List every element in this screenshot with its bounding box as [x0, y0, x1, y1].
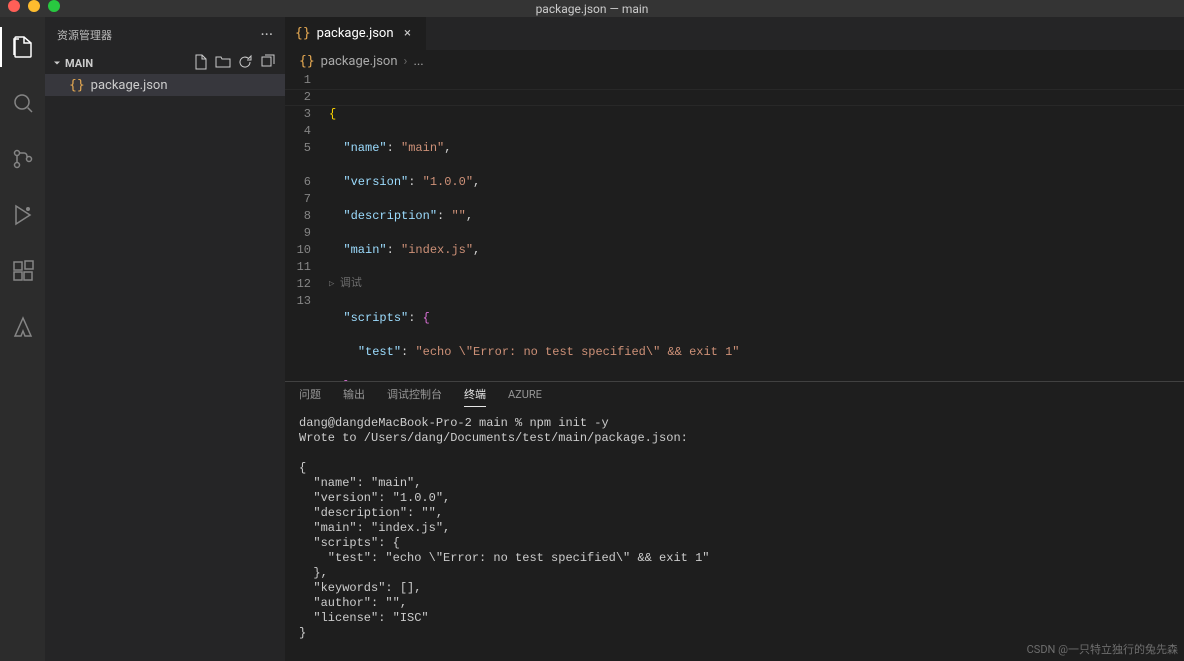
source-control-icon[interactable] — [0, 139, 45, 179]
window-title: package.json — main — [536, 2, 649, 16]
refresh-icon[interactable] — [237, 54, 253, 73]
folder-name: MAIN — [65, 57, 93, 70]
activity-bar — [0, 17, 45, 661]
chevron-right-icon: › — [404, 54, 408, 69]
tab-azure[interactable]: AZURE — [508, 388, 542, 405]
json-file-icon: {} — [295, 26, 311, 41]
panel-tabs: 问题 输出 调试控制台 终端 AZURE — [285, 382, 1184, 410]
explorer-sidebar: 资源管理器 ··· MAIN {} package.json — [45, 17, 285, 661]
tab-terminal[interactable]: 终端 — [464, 386, 486, 407]
breadcrumb-file: package.json — [321, 54, 398, 69]
sidebar-title: 资源管理器 — [57, 27, 112, 43]
run-debug-icon[interactable] — [0, 195, 45, 235]
new-file-icon[interactable] — [193, 54, 209, 73]
extensions-icon[interactable] — [0, 251, 45, 291]
tab-output[interactable]: 输出 — [343, 386, 365, 406]
explorer-icon[interactable] — [0, 27, 45, 67]
azure-icon[interactable] — [0, 307, 45, 347]
maximize-window-button[interactable] — [48, 0, 60, 12]
window-controls — [8, 0, 60, 12]
minimize-window-button[interactable] — [28, 0, 40, 12]
code-editor[interactable]: 1 2 3 4 5 6 7 8 9 10 11 12 13 { "name": … — [285, 72, 1184, 381]
search-icon[interactable] — [0, 83, 45, 123]
tab-label: package.json — [317, 26, 394, 41]
close-icon[interactable]: × — [400, 26, 416, 41]
sidebar-more-icon[interactable]: ··· — [260, 25, 273, 44]
code-content[interactable]: { "name": "main", "version": "1.0.0", "d… — [329, 72, 1184, 381]
file-name: package.json — [91, 78, 168, 93]
breadcrumb-rest: ... — [413, 54, 423, 69]
json-file-icon: {} — [69, 78, 85, 93]
watermark: CSDN @一只特立独行的兔先森 — [1027, 641, 1178, 657]
terminal-output: dang@dangdeMacBook-Pro-2 main % npm init… — [299, 416, 709, 661]
editor-area: {} package.json × {} package.json › ... … — [285, 17, 1184, 661]
terminal[interactable]: dang@dangdeMacBook-Pro-2 main % npm init… — [285, 410, 1184, 661]
new-folder-icon[interactable] — [215, 54, 231, 73]
json-file-icon: {} — [299, 54, 315, 69]
close-window-button[interactable] — [8, 0, 20, 12]
tab-debug-console[interactable]: 调试控制台 — [387, 386, 442, 406]
collapse-all-icon[interactable] — [259, 54, 275, 73]
editor-tabs: {} package.json × — [285, 17, 1184, 50]
titlebar: package.json — main — [0, 0, 1184, 17]
sidebar-header: 资源管理器 ··· — [45, 17, 285, 52]
bottom-panel: 问题 输出 调试控制台 终端 AZURE dang@dangdeMacBook-… — [285, 381, 1184, 661]
file-item-package-json[interactable]: {} package.json — [45, 74, 285, 96]
tab-problems[interactable]: 问题 — [299, 386, 321, 406]
tab-package-json[interactable]: {} package.json × — [285, 17, 426, 50]
folder-header[interactable]: MAIN — [45, 52, 285, 74]
line-numbers: 1 2 3 4 5 6 7 8 9 10 11 12 13 — [285, 72, 329, 381]
debug-codelens[interactable]: 调试 — [329, 276, 1184, 293]
chevron-down-icon — [49, 57, 65, 69]
breadcrumbs[interactable]: {} package.json › ... — [285, 50, 1184, 72]
